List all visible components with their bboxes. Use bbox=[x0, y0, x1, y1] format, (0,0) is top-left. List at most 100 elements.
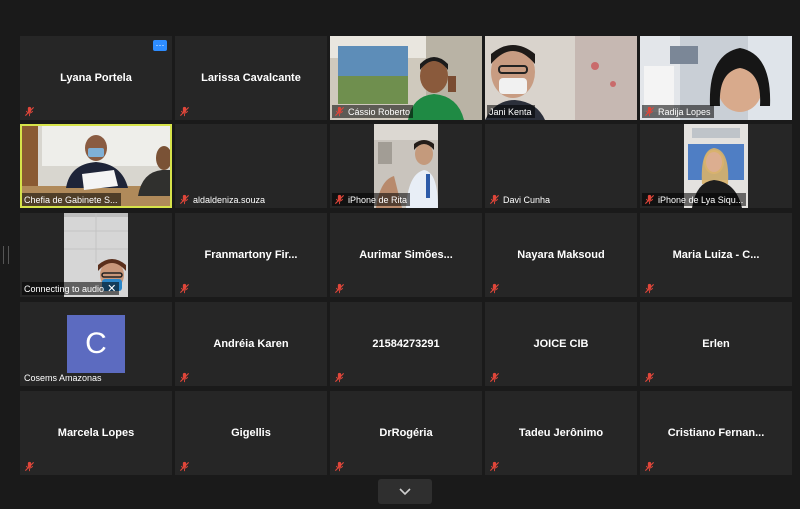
participant-label bbox=[487, 371, 506, 384]
audio-status-text: Connecting to audio bbox=[24, 283, 105, 294]
participant-name: Chefia de Gabinete S... bbox=[24, 194, 118, 205]
participant-label: iPhone de Lya Siqu... bbox=[642, 193, 747, 206]
participant-tile[interactable]: Radija Lopes bbox=[640, 36, 792, 120]
participant-tile[interactable]: Nayara Maksoud bbox=[485, 213, 637, 297]
participant-name: aldaldeniza.souza bbox=[193, 194, 266, 205]
microphone-muted-icon bbox=[644, 372, 655, 383]
microphone-muted-icon bbox=[334, 461, 345, 472]
participant-label: Chefia de Gabinete S... bbox=[22, 193, 121, 206]
participant-tile[interactable]: iPhone de Rita bbox=[330, 124, 482, 208]
microphone-muted-icon bbox=[489, 372, 500, 383]
participant-tile[interactable]: ··· Lyana Portela bbox=[20, 36, 172, 120]
microphone-muted-icon bbox=[334, 194, 345, 205]
participant-name: Tadeu Jerônimo bbox=[518, 427, 604, 439]
microphone-muted-icon bbox=[179, 461, 190, 472]
participant-name: Cristiano Fernan... bbox=[667, 427, 765, 439]
participant-label bbox=[487, 282, 506, 295]
avatar: C bbox=[67, 315, 125, 373]
participant-name: 21584273291 bbox=[372, 338, 440, 350]
participant-label bbox=[332, 282, 351, 295]
participant-tile[interactable]: 21584273291 bbox=[330, 302, 482, 386]
participant-label: Davi Cunha bbox=[487, 193, 553, 206]
participant-tile[interactable]: Andréia Karen bbox=[175, 302, 327, 386]
microphone-muted-icon bbox=[179, 194, 190, 205]
participant-name: Gigellis bbox=[231, 427, 271, 439]
page-down-button[interactable] bbox=[378, 479, 432, 504]
microphone-muted-icon bbox=[24, 106, 35, 117]
participant-name: Davi Cunha bbox=[503, 194, 551, 205]
participant-label bbox=[177, 371, 196, 384]
close-icon[interactable]: ✕ bbox=[107, 282, 116, 295]
participant-name: JOICE CIB bbox=[533, 338, 589, 350]
participant-name: DrRogéria bbox=[379, 427, 433, 439]
participant-label: Cássio Roberto bbox=[332, 105, 414, 118]
participant-tile[interactable]: Erlen bbox=[640, 302, 792, 386]
participant-label bbox=[332, 371, 351, 384]
participant-tile[interactable]: iPhone de Lya Siqu... bbox=[640, 124, 792, 208]
participant-tile[interactable]: Davi Cunha bbox=[485, 124, 637, 208]
microphone-muted-icon bbox=[489, 194, 500, 205]
participant-name: Aurimar Simões... bbox=[359, 249, 453, 261]
participant-label: iPhone de Rita bbox=[332, 193, 411, 206]
participant-tile[interactable]: Maria Luiza - C... bbox=[640, 213, 792, 297]
participant-label bbox=[642, 371, 661, 384]
participant-name: Cosems Amazonas bbox=[24, 372, 102, 383]
participant-tile[interactable]: Larissa Cavalcante bbox=[175, 36, 327, 120]
participant-label: aldaldeniza.souza bbox=[177, 193, 268, 206]
participant-label: Cosems Amazonas bbox=[22, 371, 105, 384]
participant-name: Larissa Cavalcante bbox=[201, 72, 301, 84]
chevron-down-icon bbox=[399, 487, 411, 495]
microphone-muted-icon bbox=[179, 283, 190, 294]
participant-label: Radija Lopes bbox=[642, 105, 714, 118]
participant-tile[interactable]: Aurimar Simões... bbox=[330, 213, 482, 297]
participant-name: iPhone de Lya Siqu... bbox=[658, 194, 744, 205]
microphone-muted-icon bbox=[489, 283, 500, 294]
participant-label bbox=[22, 105, 41, 118]
participant-name: Franmartony Fir... bbox=[204, 249, 298, 261]
participant-name: Jani Kenta bbox=[489, 106, 532, 117]
participant-name: Cássio Roberto bbox=[348, 106, 411, 117]
panel-resize-handle[interactable] bbox=[3, 246, 9, 264]
participant-tile[interactable]: C Cosems Amazonas bbox=[20, 302, 172, 386]
microphone-muted-icon bbox=[24, 461, 35, 472]
participant-tile[interactable]: Connecting to audio ✕ bbox=[20, 213, 172, 297]
microphone-muted-icon bbox=[334, 372, 345, 383]
participant-tile-active-speaker[interactable]: Chefia de Gabinete S... bbox=[20, 124, 172, 208]
participant-tile[interactable]: Franmartony Fir... bbox=[175, 213, 327, 297]
participant-tile[interactable]: Tadeu Jerônimo bbox=[485, 391, 637, 475]
participant-tile[interactable]: aldaldeniza.souza bbox=[175, 124, 327, 208]
participant-tile[interactable]: Cássio Roberto bbox=[330, 36, 482, 120]
microphone-muted-icon bbox=[179, 372, 190, 383]
participant-label bbox=[177, 460, 196, 473]
meeting-gallery-view: ··· Lyana Portela Larissa Cavalcante Cás… bbox=[0, 0, 800, 509]
participant-label bbox=[332, 460, 351, 473]
participant-label bbox=[22, 460, 41, 473]
participant-label bbox=[642, 282, 661, 295]
participant-name: iPhone de Rita bbox=[348, 194, 408, 205]
microphone-muted-icon bbox=[644, 194, 655, 205]
participant-label: Jani Kenta bbox=[487, 105, 535, 118]
participant-tile[interactable]: Marcela Lopes bbox=[20, 391, 172, 475]
microphone-muted-icon bbox=[489, 461, 500, 472]
participant-tile[interactable]: DrRogéria bbox=[330, 391, 482, 475]
participant-name: Maria Luiza - C... bbox=[672, 249, 760, 261]
participant-name: Marcela Lopes bbox=[57, 427, 135, 439]
microphone-muted-icon bbox=[644, 283, 655, 294]
participant-label: Connecting to audio ✕ bbox=[22, 282, 120, 295]
participant-tile[interactable]: Jani Kenta bbox=[485, 36, 637, 120]
microphone-muted-icon bbox=[644, 106, 655, 117]
participant-name: Radija Lopes bbox=[658, 106, 711, 117]
participant-tile[interactable]: Cristiano Fernan... bbox=[640, 391, 792, 475]
participant-name: Andréia Karen bbox=[213, 338, 289, 350]
participant-name: Nayara Maksoud bbox=[517, 249, 605, 261]
participant-label bbox=[177, 105, 196, 118]
microphone-muted-icon bbox=[334, 106, 345, 117]
participant-label bbox=[177, 282, 196, 295]
participant-label bbox=[487, 460, 506, 473]
microphone-muted-icon bbox=[334, 283, 345, 294]
microphone-muted-icon bbox=[179, 106, 190, 117]
participant-name: Erlen bbox=[702, 338, 730, 350]
participant-tile[interactable]: JOICE CIB bbox=[485, 302, 637, 386]
microphone-muted-icon bbox=[644, 461, 655, 472]
participant-tile[interactable]: Gigellis bbox=[175, 391, 327, 475]
